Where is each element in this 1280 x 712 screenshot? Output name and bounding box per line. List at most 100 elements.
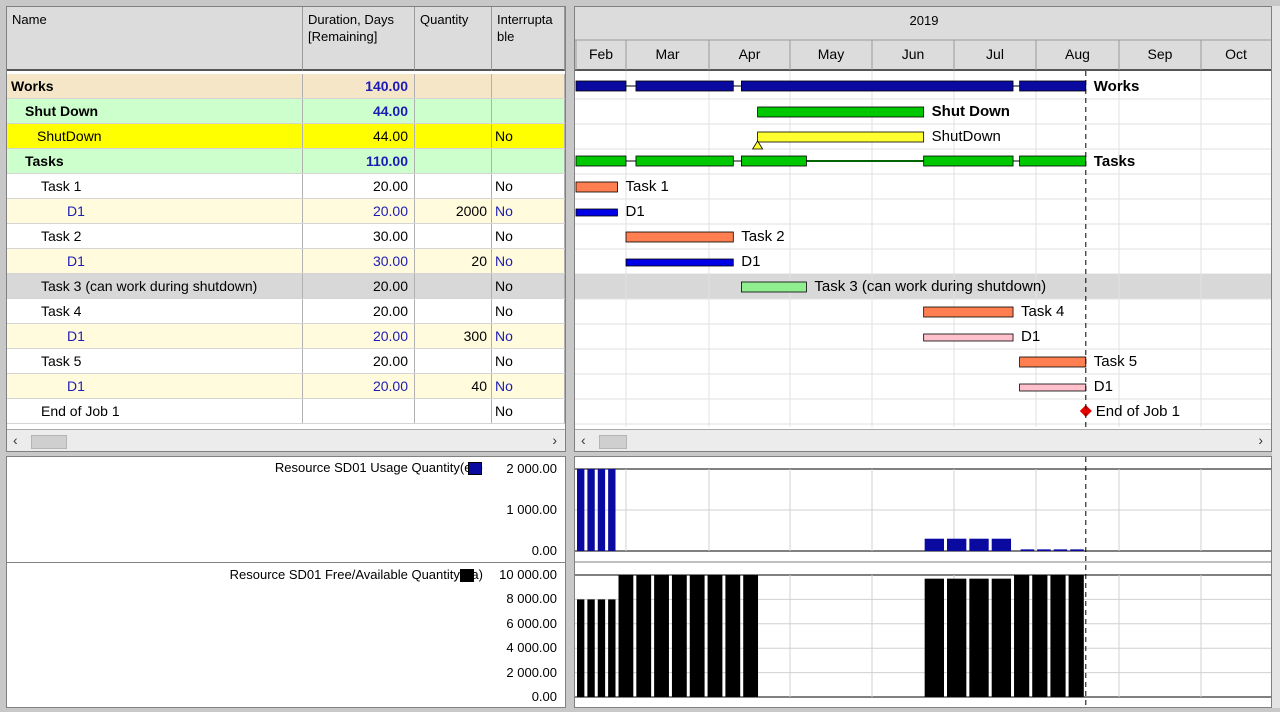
row-name-cell[interactable]: Task 3 (can work during shutdown) bbox=[7, 274, 303, 298]
histogram-bar bbox=[924, 578, 945, 697]
table-row[interactable]: D1 20.00 300 No bbox=[7, 324, 565, 349]
column-header-quantity[interactable]: Quantity bbox=[415, 7, 492, 71]
row-quantity-cell[interactable] bbox=[415, 124, 492, 148]
table-row[interactable]: Task 2 30.00 No bbox=[7, 224, 565, 249]
table-row[interactable]: Works 140.00 bbox=[7, 74, 565, 99]
row-duration-cell[interactable]: 20.00 bbox=[303, 274, 415, 298]
table-row[interactable]: Tasks 110.00 bbox=[7, 149, 565, 174]
row-quantity-cell[interactable] bbox=[415, 399, 492, 423]
bar-label: Task 2 bbox=[741, 228, 784, 245]
bar-label: End of Job 1 bbox=[1096, 403, 1180, 420]
gantt-bar bbox=[1019, 155, 1087, 167]
row-name-cell[interactable]: Task 5 bbox=[7, 349, 303, 373]
gantt-bar bbox=[757, 106, 925, 118]
row-duration-cell[interactable]: 44.00 bbox=[303, 99, 415, 123]
row-interruptable-cell[interactable]: No bbox=[492, 224, 565, 248]
row-duration-cell[interactable]: 20.00 bbox=[303, 199, 415, 223]
row-quantity-cell[interactable] bbox=[415, 99, 492, 123]
row-interruptable-cell[interactable]: No bbox=[492, 299, 565, 323]
row-name-cell[interactable]: D1 bbox=[7, 324, 303, 348]
row-interruptable-cell[interactable]: No bbox=[492, 399, 565, 423]
row-duration-cell[interactable]: 44.00 bbox=[303, 124, 415, 148]
gantt-scroll-left-icon[interactable]: ‹ bbox=[581, 432, 586, 448]
row-name-cell[interactable]: Works bbox=[7, 74, 303, 98]
row-quantity-cell[interactable] bbox=[415, 174, 492, 198]
histogram-bar bbox=[597, 599, 606, 697]
gantt-bar bbox=[923, 306, 1014, 318]
scroll-right-icon[interactable]: › bbox=[552, 432, 557, 448]
column-header-duration[interactable]: Duration, Days [Remaining] bbox=[303, 7, 415, 71]
table-row[interactable]: Task 1 20.00 No bbox=[7, 174, 565, 199]
row-duration-cell[interactable]: 140.00 bbox=[303, 74, 415, 98]
row-quantity-cell[interactable]: 20 bbox=[415, 249, 492, 273]
table-row[interactable]: Task 4 20.00 No bbox=[7, 299, 565, 324]
histogram-bar bbox=[608, 599, 616, 697]
row-interruptable-cell[interactable]: No bbox=[492, 249, 565, 273]
row-quantity-cell[interactable]: 40 bbox=[415, 374, 492, 398]
row-interruptable-cell[interactable] bbox=[492, 74, 565, 98]
row-name-cell[interactable]: Task 4 bbox=[7, 299, 303, 323]
row-duration-cell[interactable]: 20.00 bbox=[303, 174, 415, 198]
row-quantity-cell[interactable] bbox=[415, 349, 492, 373]
timeline-year: 2019 bbox=[910, 13, 939, 28]
column-header-name[interactable]: Name bbox=[7, 7, 303, 71]
row-name-cell[interactable]: Shut Down bbox=[7, 99, 303, 123]
row-quantity-cell[interactable] bbox=[415, 274, 492, 298]
row-name-cell[interactable]: D1 bbox=[7, 374, 303, 398]
row-duration-cell[interactable]: 20.00 bbox=[303, 374, 415, 398]
row-name-cell[interactable]: Task 1 bbox=[7, 174, 303, 198]
row-interruptable-cell[interactable]: No bbox=[492, 374, 565, 398]
row-duration-cell[interactable]: 30.00 bbox=[303, 249, 415, 273]
row-name-cell[interactable]: D1 bbox=[7, 249, 303, 273]
table-row[interactable]: ShutDown 44.00 No bbox=[7, 124, 565, 149]
row-name-cell[interactable]: Task 2 bbox=[7, 224, 303, 248]
scroll-thumb[interactable] bbox=[31, 435, 67, 449]
histogram-bar bbox=[587, 469, 595, 551]
row-interruptable-cell[interactable]: No bbox=[492, 174, 565, 198]
row-quantity-cell[interactable] bbox=[415, 299, 492, 323]
row-duration-cell[interactable]: 20.00 bbox=[303, 324, 415, 348]
histogram-bar bbox=[743, 575, 759, 697]
row-interruptable-cell[interactable] bbox=[492, 149, 565, 173]
row-quantity-cell[interactable] bbox=[415, 149, 492, 173]
row-interruptable-cell[interactable]: No bbox=[492, 274, 565, 298]
gantt-horizontal-scrollbar[interactable]: ‹ › bbox=[575, 429, 1271, 451]
row-quantity-cell[interactable]: 300 bbox=[415, 324, 492, 348]
row-name-cell[interactable]: D1 bbox=[7, 199, 303, 223]
table-row[interactable]: D1 30.00 20 No bbox=[7, 249, 565, 274]
row-interruptable-cell[interactable]: No bbox=[492, 349, 565, 373]
scroll-left-icon[interactable]: ‹ bbox=[13, 432, 18, 448]
table-row[interactable]: Shut Down 44.00 bbox=[7, 99, 565, 124]
gantt-scroll-thumb[interactable] bbox=[599, 435, 627, 449]
table-row[interactable]: Task 5 20.00 No bbox=[7, 349, 565, 374]
row-duration-cell[interactable] bbox=[303, 399, 415, 423]
table-row[interactable]: End of Job 1 No bbox=[7, 399, 565, 424]
vertical-scrollbar[interactable] bbox=[1272, 6, 1280, 708]
bar-label: Task 4 bbox=[1021, 303, 1064, 320]
row-name-cell[interactable]: Tasks bbox=[7, 149, 303, 173]
column-header-interruptable[interactable]: Interruptable bbox=[492, 7, 565, 71]
resource-divider bbox=[7, 562, 565, 563]
gantt-scroll-right-icon[interactable]: › bbox=[1258, 432, 1263, 448]
row-name-cell[interactable]: End of Job 1 bbox=[7, 399, 303, 423]
row-quantity-cell[interactable] bbox=[415, 224, 492, 248]
row-interruptable-cell[interactable]: No bbox=[492, 324, 565, 348]
month-label: Mar bbox=[655, 46, 679, 62]
table-row[interactable]: D1 20.00 2000 No bbox=[7, 199, 565, 224]
row-duration-cell[interactable]: 20.00 bbox=[303, 299, 415, 323]
row-quantity-cell[interactable]: 2000 bbox=[415, 199, 492, 223]
table-row[interactable]: D1 20.00 40 No bbox=[7, 374, 565, 399]
table-row[interactable]: Task 3 (can work during shutdown) 20.00 No bbox=[7, 274, 565, 299]
row-interruptable-cell[interactable]: No bbox=[492, 124, 565, 148]
row-quantity-cell[interactable] bbox=[415, 74, 492, 98]
row-name-cell[interactable]: ShutDown bbox=[7, 124, 303, 148]
row-duration-cell[interactable]: 20.00 bbox=[303, 349, 415, 373]
month-label: Aug bbox=[1065, 46, 1090, 62]
column-header-quantity-label: Quantity bbox=[420, 12, 469, 27]
grid-horizontal-scrollbar[interactable]: ‹ › bbox=[7, 429, 565, 451]
histogram-bar bbox=[1014, 575, 1030, 697]
row-duration-cell[interactable]: 30.00 bbox=[303, 224, 415, 248]
row-interruptable-cell[interactable]: No bbox=[492, 199, 565, 223]
row-interruptable-cell[interactable] bbox=[492, 99, 565, 123]
row-duration-cell[interactable]: 110.00 bbox=[303, 149, 415, 173]
